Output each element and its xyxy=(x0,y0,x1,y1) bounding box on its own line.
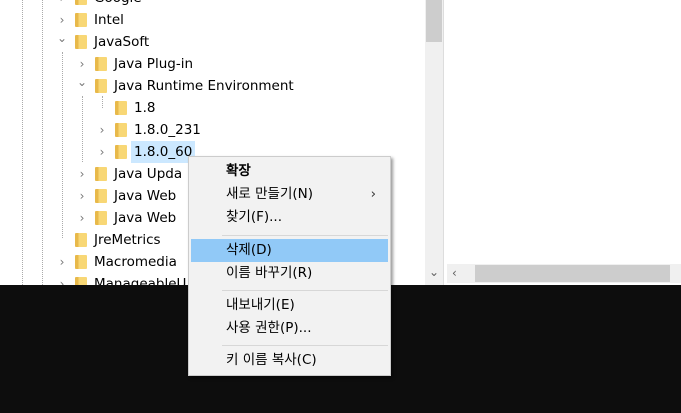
menu-item-find[interactable]: 찾기(F)... xyxy=(191,206,388,229)
tree-node-label[interactable]: 1.8.0_231 xyxy=(131,119,204,141)
chevron-down-icon[interactable]: ⌄ xyxy=(55,27,69,49)
folder-icon xyxy=(95,79,107,93)
chevron-right-icon: › xyxy=(370,186,376,202)
menu-item-delete[interactable]: 삭제(D) xyxy=(191,239,388,262)
tree-node-label[interactable]: Java Runtime Environment xyxy=(111,75,297,97)
horizontal-scrollbar[interactable]: ‹ xyxy=(447,264,681,283)
folder-icon xyxy=(95,167,107,181)
menu-item-label: 새로 만들기(N) xyxy=(226,186,314,202)
tree-node-label[interactable]: Macromedia xyxy=(91,251,180,273)
chevron-right-icon[interactable]: › xyxy=(55,0,69,9)
menu-separator xyxy=(222,345,388,346)
menu-item-label: 이름 바꾸기(R) xyxy=(226,265,313,281)
tree-node-label[interactable]: Java Plug-in xyxy=(111,53,196,75)
menu-separator xyxy=(222,290,388,291)
folder-icon xyxy=(115,101,127,115)
scroll-thumb[interactable] xyxy=(426,0,442,42)
menu-item-export[interactable]: 내보내기(E) xyxy=(191,294,388,317)
tree-node-label[interactable]: Java Web xyxy=(111,185,179,207)
folder-icon xyxy=(115,123,127,137)
tree-node[interactable]: 1.8 xyxy=(0,97,425,119)
chevron-right-icon[interactable]: › xyxy=(95,141,109,163)
vertical-scrollbar[interactable]: ⌄ xyxy=(425,0,443,285)
chevron-right-icon[interactable]: › xyxy=(75,185,89,207)
tree-node-label[interactable]: JreMetrics xyxy=(91,229,164,251)
chevron-down-icon[interactable]: ⌄ xyxy=(75,71,89,93)
folder-icon xyxy=(75,0,87,5)
menu-item-new[interactable]: 새로 만들기(N) › xyxy=(191,183,388,206)
menu-item-label: 사용 권한(P)... xyxy=(226,320,312,336)
tree-node-label[interactable]: 1.8 xyxy=(131,97,158,119)
folder-icon xyxy=(75,35,87,49)
menu-item-rename[interactable]: 이름 바꾸기(R) xyxy=(191,262,388,285)
chevron-right-icon[interactable]: › xyxy=(55,251,69,273)
tree-node[interactable]: › Java Plug-in xyxy=(0,53,425,75)
tree-node-label[interactable]: Intel xyxy=(91,9,127,31)
menu-item-permissions[interactable]: 사용 권한(P)... xyxy=(191,317,388,340)
folder-icon xyxy=(75,255,87,269)
tree-node-label[interactable]: JavaSoft xyxy=(91,31,152,53)
tree-node[interactable]: ⌄ Java Runtime Environment xyxy=(0,75,425,97)
menu-item-label: 내보내기(E) xyxy=(226,297,295,313)
scroll-thumb[interactable] xyxy=(475,265,670,282)
values-pane[interactable]: ‹ xyxy=(447,0,681,285)
menu-item-label: 삭제(D) xyxy=(226,242,272,258)
context-menu: 확장 새로 만들기(N) › 찾기(F)... 삭제(D) 이름 바꾸기(R) 내… xyxy=(188,156,391,376)
tree-node[interactable]: ⌄ JavaSoft xyxy=(0,31,425,53)
folder-icon xyxy=(75,277,87,285)
tree-node[interactable]: › Google xyxy=(0,0,425,9)
tree-node-label[interactable]: Java Upda xyxy=(111,163,185,185)
scroll-left-icon[interactable]: ‹ xyxy=(452,264,468,283)
menu-separator xyxy=(222,235,388,236)
menu-item-label: 찾기(F)... xyxy=(226,209,283,225)
tree-node-label[interactable]: ManageableU xyxy=(91,273,189,285)
menu-item-label: 확장 xyxy=(226,163,251,179)
scroll-down-icon[interactable]: ⌄ xyxy=(425,262,443,282)
chevron-right-icon[interactable]: › xyxy=(95,119,109,141)
chevron-right-icon[interactable]: › xyxy=(75,163,89,185)
folder-icon xyxy=(115,145,127,159)
menu-item-copy-key-name[interactable]: 키 이름 복사(C) xyxy=(191,349,388,372)
chevron-right-icon[interactable]: › xyxy=(75,207,89,229)
folder-icon xyxy=(95,57,107,71)
tree-node[interactable]: › 1.8.0_231 xyxy=(0,119,425,141)
folder-icon xyxy=(75,13,87,27)
tree-node-label[interactable]: Java Web xyxy=(111,207,179,229)
tree-node-label[interactable]: 1.8.0_60 xyxy=(131,141,196,163)
folder-icon xyxy=(95,189,107,203)
menu-item-expand[interactable]: 확장 xyxy=(191,160,388,183)
folder-icon xyxy=(95,211,107,225)
menu-item-label: 키 이름 복사(C) xyxy=(226,352,317,368)
folder-icon xyxy=(75,233,87,247)
chevron-right-icon[interactable]: › xyxy=(55,273,69,285)
tree-node-label[interactable]: Google xyxy=(91,0,145,9)
